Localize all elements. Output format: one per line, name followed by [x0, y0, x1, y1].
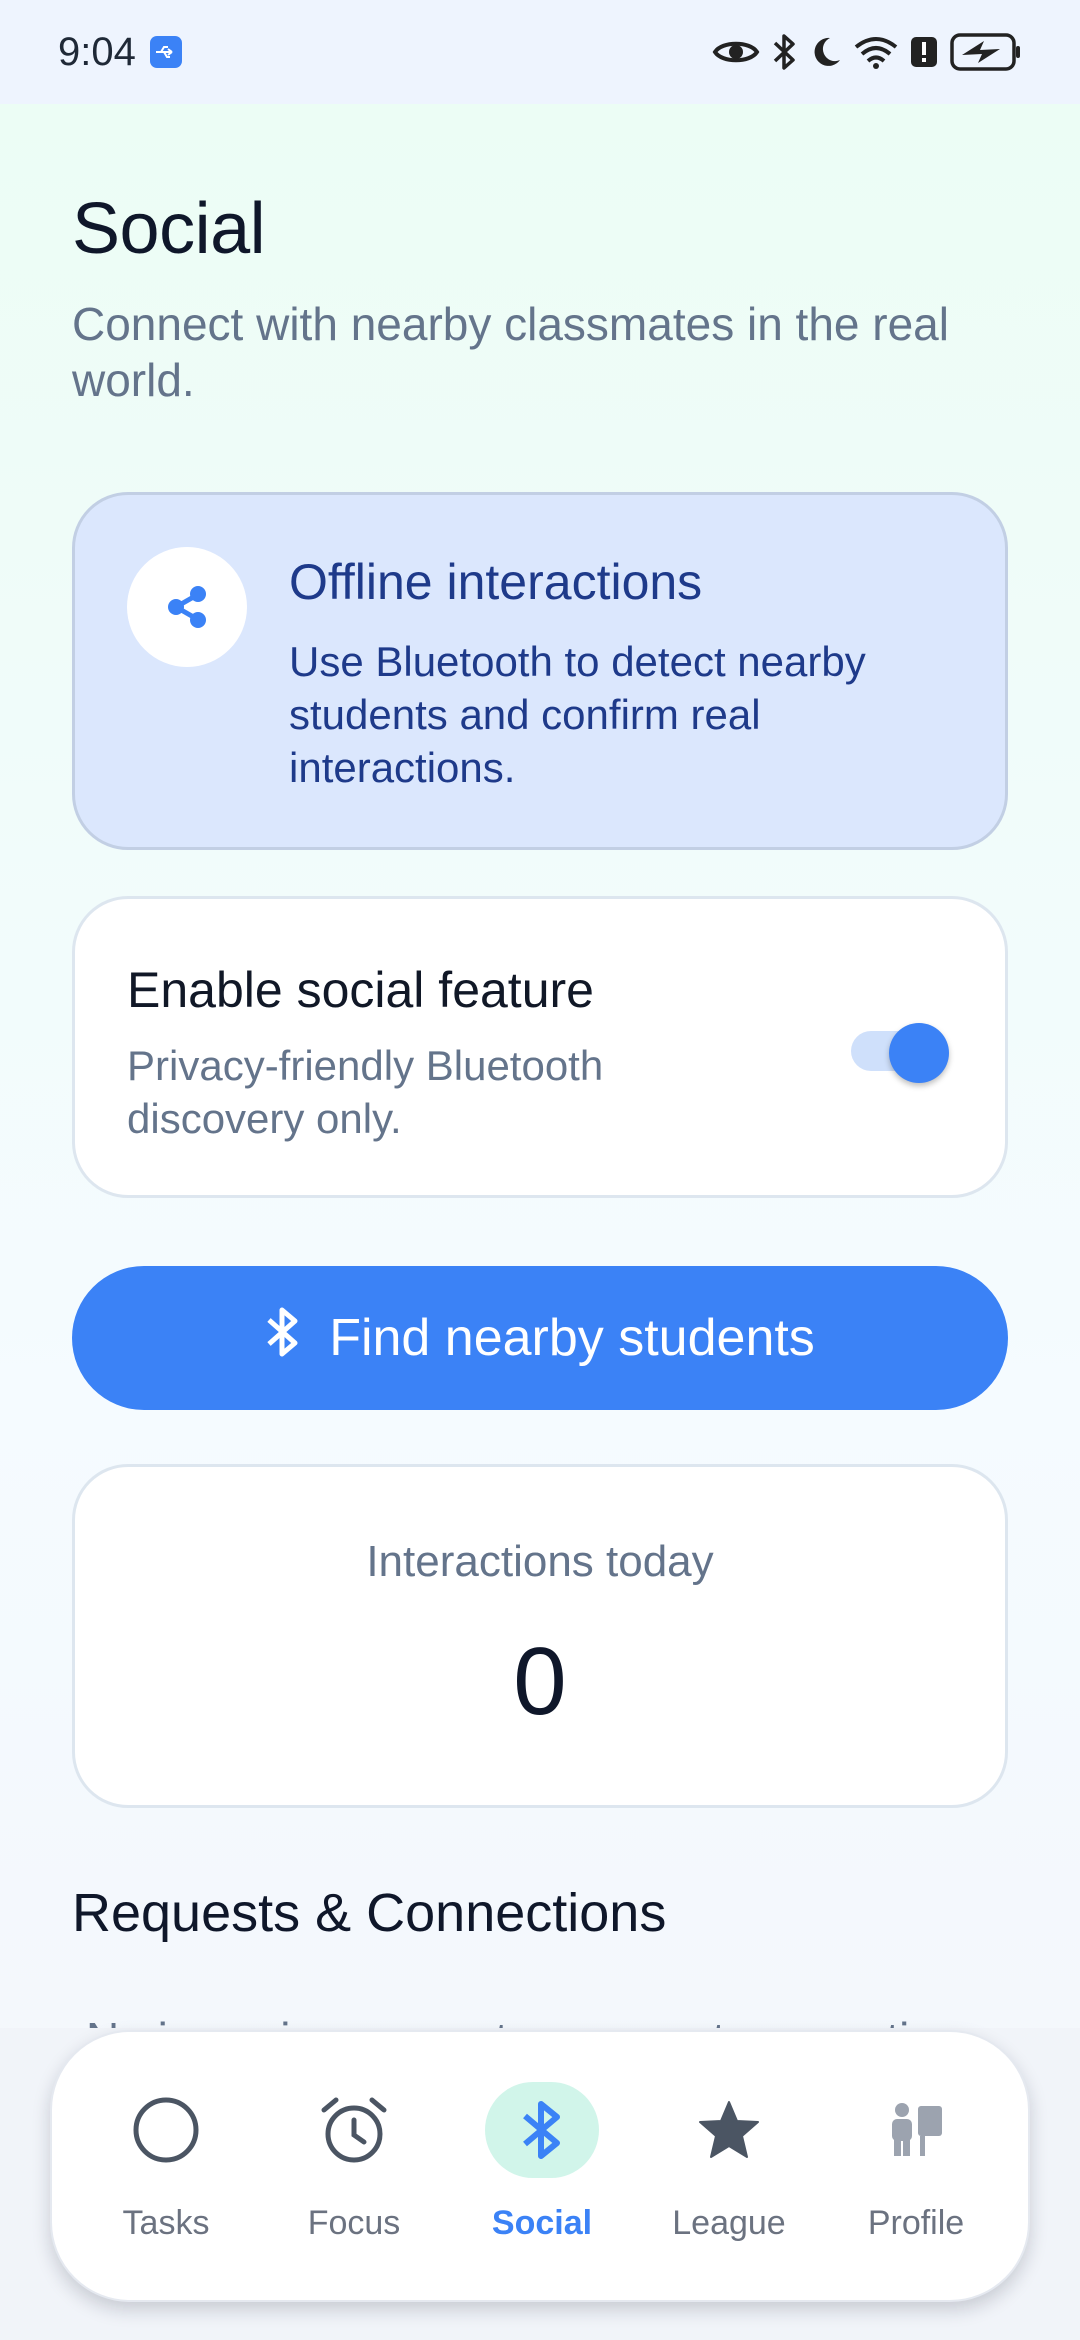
alert-icon — [910, 35, 938, 69]
nav-item-league[interactable]: League — [639, 2032, 819, 2304]
main-content: Social Connect with nearby classmates in… — [72, 104, 1008, 2054]
bluetooth-icon — [265, 1306, 301, 1371]
page-subtitle: Connect with nearby classmates in the re… — [72, 298, 949, 406]
info-card-title: Offline interactions — [289, 554, 703, 610]
moon-icon — [810, 35, 842, 69]
status-time: 9:04 — [58, 29, 136, 74]
status-bar: 9:04 — [0, 0, 1080, 104]
interactions-count: 0 — [513, 1628, 567, 1735]
alarm-clock-icon — [297, 2082, 411, 2178]
interactions-label: Interactions today — [366, 1537, 714, 1586]
wifi-icon — [854, 35, 898, 69]
share-icon — [127, 547, 247, 667]
toggle-thumb — [889, 1023, 949, 1083]
nav-item-social[interactable]: Social — [452, 2032, 632, 2304]
page-title: Social — [72, 189, 266, 269]
nav-label-focus: Focus — [307, 2204, 401, 2242]
usb-icon — [149, 36, 182, 68]
status-icons — [712, 33, 1022, 71]
status-left: 9:04 — [58, 30, 182, 75]
bottom-nav: Tasks Focus Social League Profile — [50, 2030, 1030, 2302]
nav-label-profile: Profile — [867, 2204, 965, 2242]
nav-label-league: League — [672, 2204, 786, 2242]
requests-section-title: Requests & Connections — [72, 1883, 667, 1943]
circle-icon — [109, 2082, 223, 2178]
profile-figure-icon — [859, 2082, 973, 2178]
social-feature-card: Enable social feature Privacy-friendly B… — [72, 896, 1008, 1198]
bluetooth-icon — [485, 2082, 599, 2178]
find-button-label: Find nearby students — [329, 1309, 815, 1367]
eye-icon — [712, 35, 760, 69]
interactions-stats-card: Interactions today 0 — [72, 1464, 1008, 1808]
find-nearby-students-button[interactable]: Find nearby students — [72, 1266, 1008, 1410]
social-feature-subtitle: Privacy-friendly Bluetooth discovery onl… — [127, 1042, 604, 1142]
nav-label-tasks: Tasks — [122, 2204, 210, 2242]
social-feature-toggle[interactable] — [851, 1023, 949, 1083]
nav-label-social: Social — [491, 2204, 593, 2242]
nav-item-profile[interactable]: Profile — [826, 2032, 1006, 2304]
social-feature-title: Enable social feature — [127, 962, 594, 1018]
bluetooth-icon — [772, 33, 798, 71]
battery-charging-icon — [950, 33, 1022, 71]
nav-item-focus[interactable]: Focus — [264, 2032, 444, 2304]
info-card-text: Use Bluetooth to detect nearby students … — [289, 638, 866, 791]
nav-item-tasks[interactable]: Tasks — [76, 2032, 256, 2304]
star-icon — [672, 2082, 786, 2178]
offline-interactions-card: Offline interactions Use Bluetooth to de… — [72, 492, 1008, 850]
